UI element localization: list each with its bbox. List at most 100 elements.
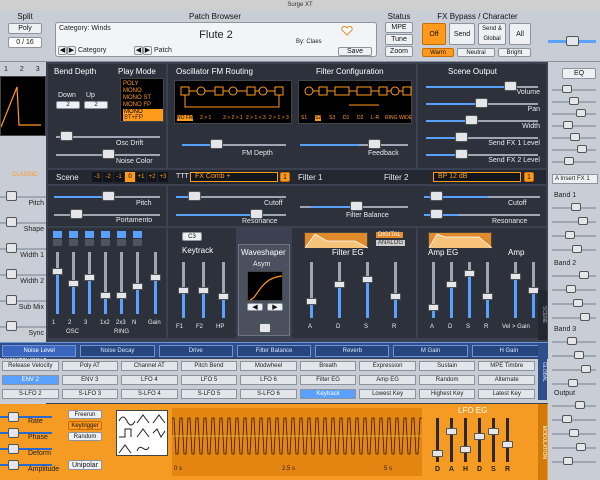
mod_sources_2-4[interactable]: LFO 6 (240, 375, 297, 385)
fx-param-handle-1[interactable] (569, 97, 579, 105)
mod_sources_1-4[interactable]: Modwheel (240, 361, 297, 371)
lfo-eg-0-handle[interactable] (432, 450, 443, 458)
mod_sources_2-3[interactable]: LFO 5 (180, 375, 238, 385)
fx-param-slider-0[interactable] (552, 89, 596, 91)
lfo-eg-2-handle[interactable] (460, 445, 471, 453)
mixer-mute-0[interactable] (53, 231, 62, 238)
mixer-5-handle[interactable] (132, 283, 143, 291)
fx-param-handle-16[interactable] (574, 351, 584, 359)
filter-eg-s-handle[interactable] (362, 275, 373, 283)
mixer-4-slider[interactable] (120, 252, 123, 314)
save-button[interactable]: Save (338, 47, 372, 56)
amp-eg-r-slider[interactable] (486, 262, 489, 318)
portamento-handle[interactable] (70, 209, 83, 219)
scene-octave-0[interactable]: -3 (92, 172, 102, 182)
scene-octave-1[interactable]: -2 (103, 172, 113, 182)
filter-mode-6[interactable]: RING (385, 115, 398, 121)
scene-volume-handle[interactable] (504, 81, 518, 91)
mixer-0-slider[interactable] (56, 252, 59, 314)
fx-param-handle-8[interactable] (578, 217, 588, 225)
fx-param-slider-20[interactable] (552, 419, 596, 421)
osc-select[interactable]: 1 2 3 (2, 66, 44, 76)
play-mode-1[interactable]: MONO (123, 88, 142, 94)
filter-eg-d-handle[interactable] (334, 281, 345, 289)
mixer-2-handle[interactable] (84, 273, 95, 281)
fx-slot-select[interactable]: A Insert FX 1 (552, 174, 598, 184)
scene-send2-handle[interactable] (455, 149, 469, 159)
fx-param-slider-3[interactable] (552, 125, 596, 127)
filter2-cutoff-handle[interactable] (430, 191, 443, 201)
filter-eg-s-slider[interactable] (366, 262, 369, 318)
fx-param-handle-20[interactable] (562, 415, 572, 423)
scene-pitch-handle[interactable] (102, 191, 115, 201)
mod_sources_3-2[interactable]: S-LFO 4 (121, 389, 178, 399)
mixer-mute-4[interactable] (117, 231, 126, 238)
mixer-mute-5[interactable] (133, 231, 142, 238)
modulation-side-tab[interactable]: MODULATION (538, 404, 547, 480)
left-slider-handle-0[interactable] (6, 191, 17, 201)
filter-eg-r-slider[interactable] (394, 262, 397, 318)
mixer-0-handle[interactable] (52, 267, 63, 275)
fx-param-slider-19[interactable] (552, 405, 596, 407)
mod_sources_2-0[interactable]: ENV 2 (2, 375, 59, 385)
filter-eg-a-handle[interactable] (306, 298, 317, 306)
poly-mode-button[interactable]: Poly (8, 23, 42, 34)
mixer-solo-4[interactable] (117, 239, 126, 246)
lfo-eg-3-slider[interactable] (478, 418, 481, 462)
filter-balance-handle[interactable] (350, 201, 363, 211)
patch-browser[interactable]: Category: Winds Flute 2 By: Claes Save ◀… (55, 22, 377, 57)
lfo-eg-4-slider[interactable] (492, 418, 495, 462)
osc-drift-handle[interactable] (60, 131, 73, 141)
scene-octave-4[interactable]: +1 (136, 172, 146, 182)
mixer-mute-3[interactable] (101, 231, 110, 238)
lfo-eg-2-slider[interactable] (464, 418, 467, 462)
waveshaper-drive-icon[interactable] (259, 323, 271, 333)
fx-param-handle-2[interactable] (576, 109, 586, 117)
mod_sources_3-6[interactable]: Lowest Key (359, 389, 416, 399)
fx-param-handle-22[interactable] (576, 443, 586, 451)
keytrack-f2-handle[interactable] (198, 287, 209, 294)
eq-button[interactable]: EQ (562, 68, 596, 79)
scene-pan-handle[interactable] (475, 98, 488, 108)
fm-mode-4[interactable]: 2 > 1 > 3 (269, 115, 289, 121)
lfo-eg-1-handle[interactable] (446, 428, 457, 436)
mod_sources_3-3[interactable]: S-LFO 5 (180, 389, 238, 399)
next-category-button[interactable]: ▶ (67, 46, 76, 55)
keytrack-hp-handle[interactable] (218, 292, 229, 300)
mixer-solo-0[interactable] (53, 239, 62, 246)
fx-param-handle-6[interactable] (564, 157, 574, 165)
fx-param-handle-0[interactable] (562, 85, 572, 93)
mod-target-1[interactable]: Noise Decay (80, 345, 155, 357)
scene-volume-slider[interactable] (426, 86, 538, 88)
lfo-eg-5-handle[interactable] (502, 441, 513, 449)
mixer-3-slider[interactable] (104, 252, 107, 314)
next-patch-button[interactable]: ▶ (143, 46, 152, 55)
lfo-eg-1-slider[interactable] (450, 418, 453, 462)
mixer-solo-3[interactable] (101, 239, 110, 246)
play-mode-5[interactable]: LATCH (123, 116, 142, 122)
fx-param-handle-9[interactable] (565, 231, 575, 239)
fx-all-button[interactable]: All (509, 23, 531, 45)
mixer-mute-2[interactable] (85, 231, 94, 238)
feedback-slider[interactable] (300, 144, 408, 146)
left-slider-handle-3[interactable] (6, 269, 17, 279)
scene-octave-5[interactable]: +2 (147, 172, 157, 182)
mixer-3-handle[interactable] (100, 292, 111, 300)
fm-mode-2[interactable]: 3 > 2 > 1 (223, 115, 243, 121)
character-neutral-button[interactable]: Neutral (457, 48, 495, 57)
filter1-type-select[interactable]: FX Comb + (190, 172, 278, 182)
amp-velgain-handle[interactable] (510, 273, 521, 280)
fx-param-slider-23[interactable] (552, 461, 596, 463)
mod_sources_1-6[interactable]: Expression (359, 361, 416, 371)
fm-mode-3[interactable]: 2 > 1 < 3 (246, 115, 266, 121)
fm-depth-handle[interactable] (210, 139, 223, 149)
mod-target-2[interactable]: Drive (158, 345, 233, 357)
global-volume-handle[interactable] (566, 36, 579, 46)
lfo-keytrigger-button[interactable]: Keytrigger (68, 421, 102, 430)
tune-button[interactable]: Tune (385, 34, 413, 45)
mod_sources_3-0[interactable]: S-LFO 2 (2, 389, 59, 399)
fm-mode-0[interactable]: NO FM (177, 115, 194, 121)
keytrack-root-note[interactable]: C3 (182, 232, 202, 241)
filter2-type-select[interactable]: BP 12 dB (433, 172, 521, 182)
fx-param-handle-4[interactable] (570, 133, 580, 141)
